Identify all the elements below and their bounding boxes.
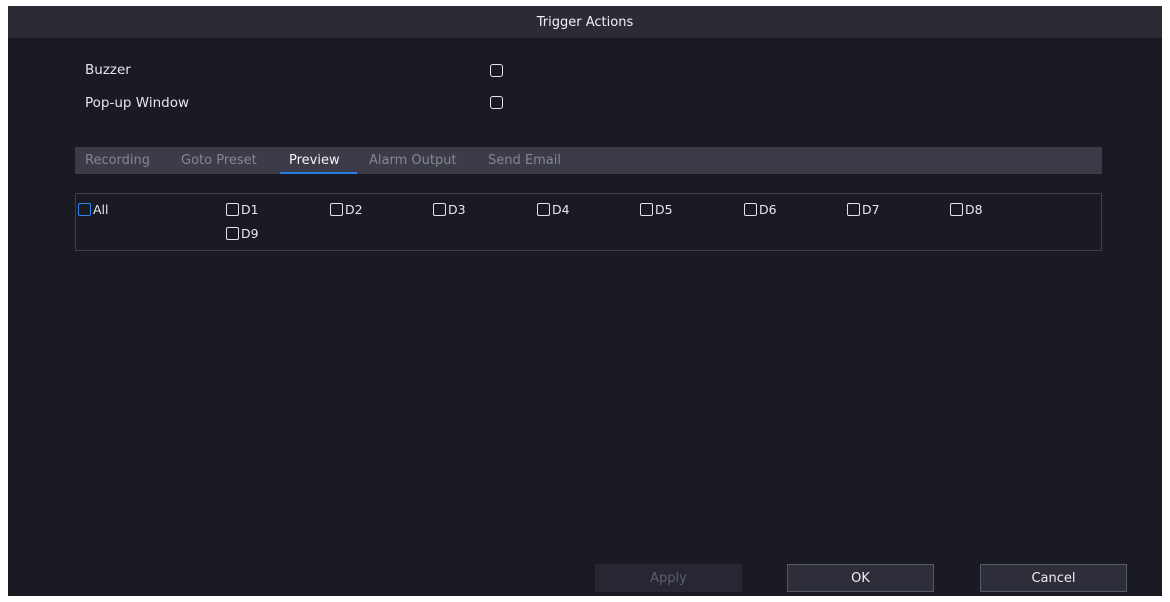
apply-button[interactable]: Apply	[595, 564, 742, 592]
checkbox-icon[interactable]	[78, 202, 91, 216]
popup-window-row: Pop-up Window	[85, 92, 189, 114]
checkbox-icon[interactable]	[950, 202, 963, 216]
channel-label: D1	[241, 201, 259, 217]
channel-d9[interactable]: D9	[226, 224, 259, 242]
dialog-title: Trigger Actions	[536, 14, 634, 30]
channel-label: All	[93, 201, 109, 217]
checkbox-icon[interactable]	[640, 202, 653, 216]
channel-label: D8	[965, 201, 983, 217]
checkbox-icon[interactable]	[330, 202, 343, 216]
popup-window-checkbox[interactable]	[490, 96, 503, 109]
buzzer-label: Buzzer	[85, 62, 131, 78]
channel-d5[interactable]: D5	[640, 200, 673, 218]
action-tabs: Recording Goto Preset Preview Alarm Outp…	[75, 147, 1102, 174]
channel-label: D9	[241, 225, 259, 241]
trigger-actions-dialog: Trigger Actions Buzzer Pop-up Window Rec…	[8, 6, 1162, 596]
checkbox-icon[interactable]	[537, 202, 550, 216]
buzzer-row: Buzzer	[85, 59, 131, 81]
dialog-titlebar: Trigger Actions	[8, 6, 1162, 38]
channel-label: D4	[552, 201, 570, 217]
channel-label: D6	[759, 201, 777, 217]
checkbox-icon[interactable]	[847, 202, 860, 216]
buzzer-checkbox[interactable]	[490, 64, 503, 77]
channel-all[interactable]: All	[78, 200, 109, 218]
channel-d3[interactable]: D3	[433, 200, 466, 218]
channel-d6[interactable]: D6	[744, 200, 777, 218]
checkbox-icon[interactable]	[433, 202, 446, 216]
channel-d4[interactable]: D4	[537, 200, 570, 218]
channel-label: D7	[862, 201, 880, 217]
channel-d8[interactable]: D8	[950, 200, 983, 218]
channel-label: D3	[448, 201, 466, 217]
popup-window-label: Pop-up Window	[85, 95, 190, 111]
tab-goto-preset[interactable]: Goto Preset	[181, 147, 257, 174]
active-tab-indicator	[280, 172, 357, 174]
tab-send-email[interactable]: Send Email	[488, 147, 561, 174]
channel-d7[interactable]: D7	[847, 200, 880, 218]
channel-label: D2	[345, 201, 363, 217]
channel-label: D5	[655, 201, 673, 217]
ok-button[interactable]: OK	[787, 564, 934, 592]
checkbox-icon[interactable]	[226, 226, 239, 240]
channel-d2[interactable]: D2	[330, 200, 363, 218]
checkbox-icon[interactable]	[744, 202, 757, 216]
preview-channel-panel: All D1 D2 D3 D4 D5 D6 D7 D8 D9	[75, 193, 1102, 251]
cancel-button[interactable]: Cancel	[980, 564, 1127, 592]
tab-preview[interactable]: Preview	[289, 147, 340, 174]
tab-recording[interactable]: Recording	[85, 147, 150, 174]
tab-alarm-output[interactable]: Alarm Output	[369, 147, 457, 174]
checkbox-icon[interactable]	[226, 202, 239, 216]
channel-d1[interactable]: D1	[226, 200, 259, 218]
